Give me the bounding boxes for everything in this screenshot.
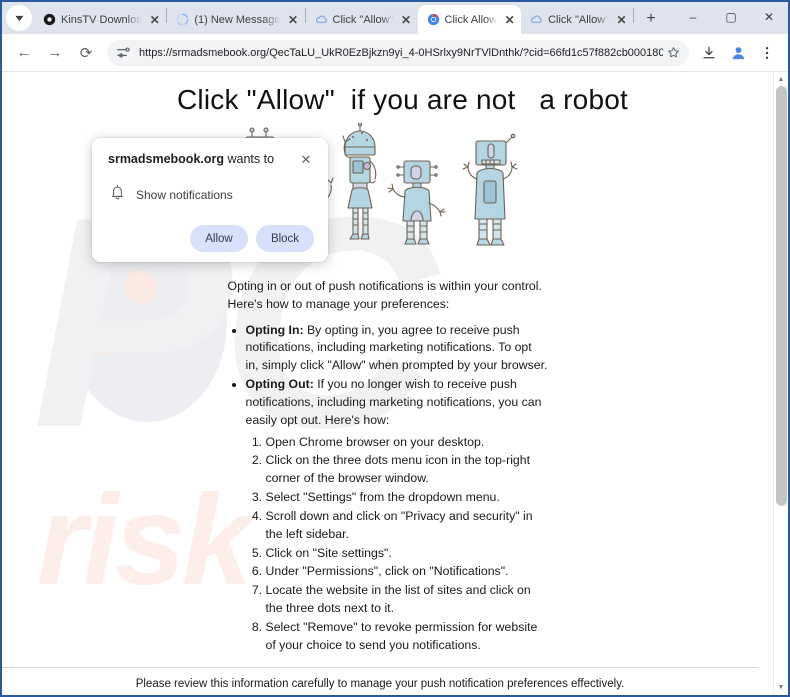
- instructions-block: Opting in or out of push notifications i…: [228, 278, 548, 655]
- cloud-icon: [315, 13, 328, 26]
- close-tab-icon[interactable]: ✕: [502, 12, 517, 27]
- chevron-down-icon: ▼: [12, 12, 26, 23]
- tab-title: Click Allow: [444, 13, 498, 26]
- browser-tab-4-active[interactable]: Click Allow ✕: [417, 5, 522, 34]
- scrollbar-thumb[interactable]: [776, 86, 787, 506]
- browser-toolbar: ← → ⟳ https://srmadsmebook.org/QecTaLU_U…: [2, 34, 788, 72]
- dialog-header: srmadsmebook.org wants to ✕: [108, 152, 314, 168]
- dialog-title: srmadsmebook.org wants to: [108, 152, 274, 166]
- chrome-icon: [427, 13, 440, 26]
- cloud-icon: [530, 13, 543, 26]
- opt-out-steps-list: Open Chrome browser on your desktop. Cli…: [228, 434, 548, 655]
- tab-strip: ▼ KinsTV Downloa ✕ (1) New Message ✕ Cli…: [2, 2, 788, 34]
- minimize-button[interactable]: –: [674, 2, 712, 32]
- scroll-up-arrow-icon[interactable]: ▲: [774, 72, 788, 86]
- three-dots-menu-icon[interactable]: [754, 40, 780, 66]
- forward-button[interactable]: →: [41, 39, 69, 67]
- maximize-button[interactable]: ▢: [712, 2, 750, 32]
- tab-title: (1) New Message: [194, 13, 281, 26]
- dialog-wants-to: wants to: [224, 152, 275, 166]
- list-item: Opting In: By opting in, you agree to re…: [246, 322, 548, 375]
- list-item: Open Chrome browser on your desktop.: [266, 434, 548, 452]
- record-circle-icon: [43, 13, 56, 26]
- options-bullet-list: Opting In: By opting in, you agree to re…: [228, 322, 548, 430]
- tab-search-button[interactable]: ▼: [6, 5, 32, 31]
- list-item: Under "Permissions", click on "Notificat…: [266, 563, 548, 581]
- bell-icon: [110, 184, 125, 205]
- notification-permission-dialog: srmadsmebook.org wants to ✕ Show notific…: [92, 138, 328, 262]
- scroll-down-arrow-icon[interactable]: ▼: [774, 680, 788, 694]
- browser-tab-1[interactable]: KinsTV Downloa ✕: [34, 5, 166, 34]
- permission-row: Show notifications: [108, 184, 314, 205]
- list-item: Click on "Site settings".: [266, 545, 548, 563]
- tab-title: Click "Allow": [332, 13, 394, 26]
- window-controls: – ▢ ✕: [674, 2, 788, 34]
- new-tab-button[interactable]: +: [639, 7, 663, 31]
- browser-window: ▼ KinsTV Downloa ✕ (1) New Message ✕ Cli…: [0, 0, 790, 697]
- browser-tab-5[interactable]: Click "Allow" ✕: [521, 5, 633, 34]
- block-button[interactable]: Block: [256, 225, 314, 252]
- back-button[interactable]: ←: [10, 39, 38, 67]
- address-bar[interactable]: https://srmadsmebook.org/QecTaLU_UkR0EzB…: [107, 39, 689, 66]
- footer-note: Please review this information carefully…: [135, 678, 625, 690]
- permission-label: Show notifications: [136, 187, 233, 202]
- tune-settings-icon[interactable]: [115, 44, 132, 61]
- bullet-term: Opting In:: [245, 322, 304, 337]
- tab-divider: [633, 7, 635, 23]
- list-item: Click on the three dots menu icon in the…: [266, 452, 548, 488]
- close-tab-icon[interactable]: ✕: [147, 12, 162, 27]
- close-tab-icon[interactable]: ✕: [614, 12, 629, 27]
- list-item: Scroll down and click on "Privacy and se…: [266, 508, 548, 544]
- tab-title: Click "Allow": [548, 13, 610, 26]
- intro-paragraph: Opting in or out of push notifications i…: [227, 279, 542, 311]
- close-icon[interactable]: ✕: [298, 152, 314, 168]
- bullet-term: Opting Out:: [245, 377, 314, 392]
- page-headline: Click "Allow" if you are not a robot: [177, 84, 628, 115]
- url-text: https://srmadsmebook.org/QecTaLU_UkR0EzB…: [139, 46, 663, 59]
- allow-button[interactable]: Allow: [190, 225, 248, 252]
- star-icon[interactable]: [663, 43, 683, 63]
- dialog-actions: Allow Block: [108, 225, 314, 252]
- close-tab-icon[interactable]: ✕: [399, 12, 414, 27]
- list-item: Locate the website in the list of sites …: [266, 582, 548, 618]
- list-item: Select "Remove" to revoke permission for…: [266, 619, 548, 655]
- close-window-button[interactable]: ✕: [750, 2, 788, 32]
- dialog-origin: srmadsmebook.org: [108, 152, 225, 166]
- footer-divider: [2, 667, 758, 668]
- page-scrollbar[interactable]: ▲ ▼: [773, 72, 788, 694]
- browser-tab-2[interactable]: (1) New Message ✕: [167, 5, 304, 34]
- close-tab-icon[interactable]: ✕: [286, 12, 301, 27]
- list-item: Opting Out: If you no longer wish to rec…: [246, 376, 548, 429]
- browser-tab-3[interactable]: Click "Allow" ✕: [306, 5, 418, 34]
- reload-button[interactable]: ⟳: [72, 39, 100, 67]
- loading-spinner-icon: [176, 13, 189, 26]
- profile-avatar-icon[interactable]: [725, 40, 751, 66]
- download-icon[interactable]: [696, 40, 722, 66]
- tab-title: KinsTV Downloa: [61, 13, 143, 26]
- page-viewport: PC risk Click "Allow" if you are not a r…: [2, 72, 788, 694]
- list-item: Select "Settings" from the dropdown menu…: [266, 489, 548, 507]
